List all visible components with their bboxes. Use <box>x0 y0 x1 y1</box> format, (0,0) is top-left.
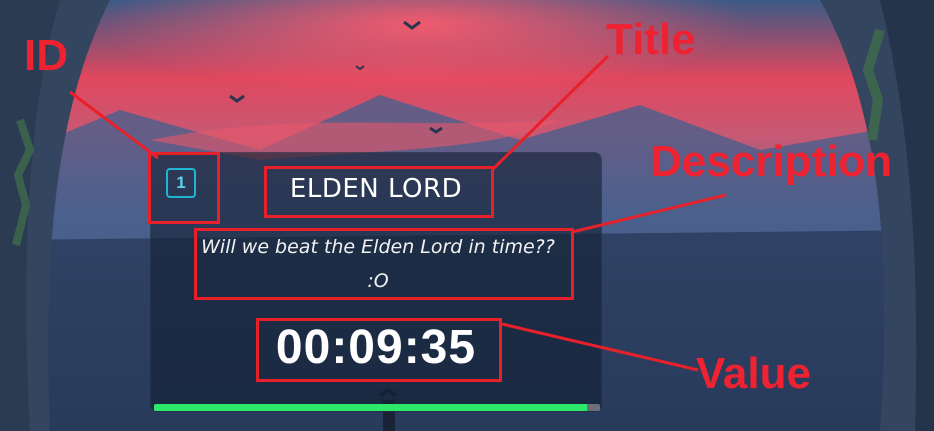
title-highlight-box <box>264 166 494 218</box>
progress-bar <box>154 404 600 411</box>
id-highlight-box <box>148 152 220 224</box>
description-highlight-box <box>194 228 574 300</box>
value-highlight-box <box>256 318 502 382</box>
description-annotation-label: Description <box>650 137 893 186</box>
title-annotation-label: Title <box>606 15 696 64</box>
progress-bar-fill <box>154 404 587 411</box>
value-annotation-label: Value <box>696 349 811 398</box>
id-annotation-label: ID <box>24 31 68 80</box>
